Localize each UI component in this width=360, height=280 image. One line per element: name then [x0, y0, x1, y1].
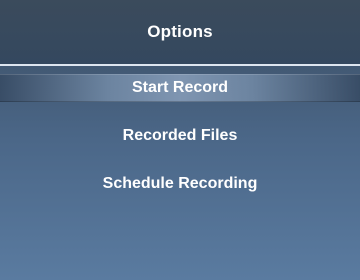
menu-item-label: Schedule Recording	[102, 175, 258, 192]
options-menu-screen: Options Start Record Recorded Files Sche…	[0, 0, 360, 280]
menu-item-recorded-files[interactable]: Recorded Files	[0, 122, 360, 150]
options-menu-list: Start Record Recorded Files Schedule Rec…	[0, 74, 360, 218]
header-bar: Options	[0, 0, 360, 64]
menu-item-label: Start Record	[131, 79, 229, 96]
header-divider	[0, 64, 360, 66]
menu-item-start-record[interactable]: Start Record	[0, 74, 360, 102]
menu-item-label: Recorded Files	[122, 127, 238, 144]
menu-item-schedule-recording[interactable]: Schedule Recording	[0, 170, 360, 198]
page-title: Options	[147, 22, 213, 41]
